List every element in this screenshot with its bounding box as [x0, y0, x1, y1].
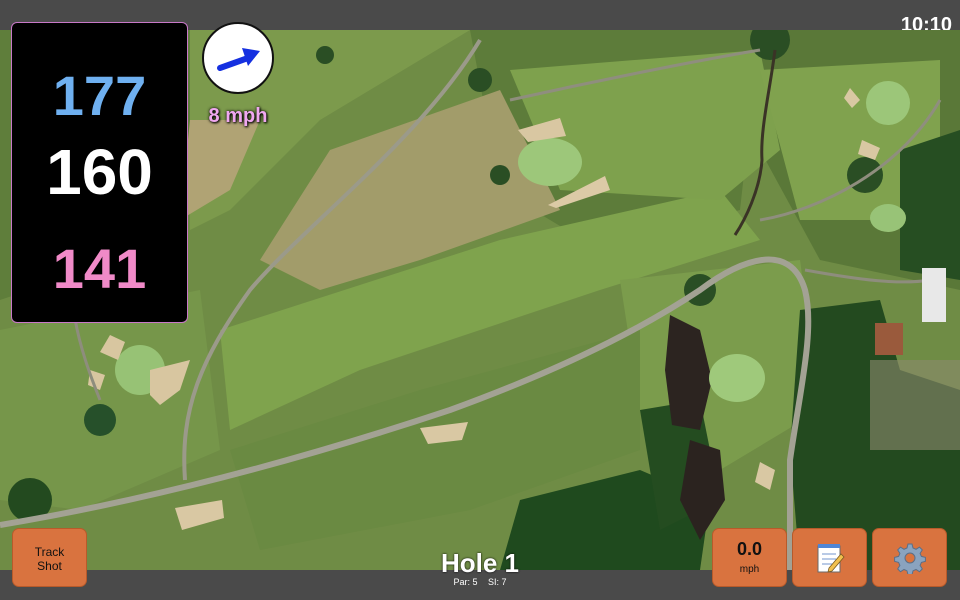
wind-direction-arrow-icon: [217, 48, 260, 71]
notes-button[interactable]: [792, 528, 867, 587]
hole-stroke-index: SI: 7: [488, 577, 507, 587]
distance-front: 141: [52, 237, 147, 300]
gear-icon: [893, 543, 926, 574]
hole-par: Par: 5: [453, 577, 478, 587]
distance-panel: 177 160 141: [11, 22, 188, 323]
wind-speed-label: 8 mph: [208, 105, 268, 127]
distance-center: 160: [46, 136, 153, 208]
track-shot-button[interactable]: Track Shot: [12, 528, 87, 587]
speed-unit: mph: [739, 564, 760, 575]
hole-details: Par: 5 SI: 7: [380, 577, 580, 587]
track-shot-label-line2: Shot: [37, 559, 62, 573]
notepad-icon: [817, 543, 845, 573]
hole-title: Hole 1: [440, 548, 520, 578]
speed-button[interactable]: 0.0 mph: [712, 528, 787, 587]
distance-back: 177: [52, 64, 147, 127]
wind-indicator: [202, 22, 274, 94]
settings-button[interactable]: [872, 528, 947, 587]
track-shot-label-line1: Track: [34, 545, 65, 559]
speed-value: 0.0: [736, 539, 763, 559]
